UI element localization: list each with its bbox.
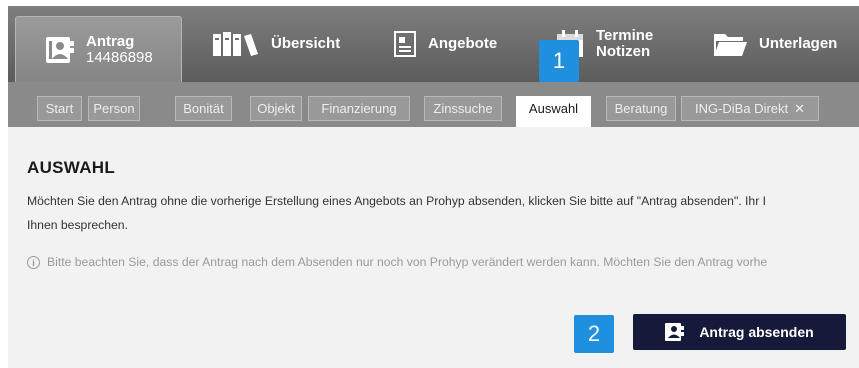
tab-antrag[interactable]: Antrag 14486898 bbox=[15, 16, 182, 82]
intro-text-line: Möchten Sie den Antrag ohne die vorherig… bbox=[27, 194, 767, 208]
close-icon[interactable]: ✕ bbox=[794, 101, 805, 116]
page-title: AUSWAHL bbox=[27, 158, 116, 177]
main-navigation: Antrag 14486898 Übersicht Angebote Termin… bbox=[8, 6, 859, 82]
tab-unterlagen[interactable]: Unterlagen bbox=[713, 6, 837, 82]
subtab-ing-diba-direkt-label: ING-DiBa Direkt bbox=[694, 101, 789, 116]
tab-termine-label: Termine bbox=[596, 27, 654, 44]
sub-navigation: Start Person Bonität Objekt Finanzierung… bbox=[8, 82, 859, 127]
tab-angebote[interactable]: Angebote bbox=[394, 6, 497, 82]
tab-uebersicht[interactable]: Übersicht bbox=[213, 6, 340, 82]
submit-application-button[interactable]: Antrag absenden bbox=[633, 314, 846, 350]
subtab-person[interactable]: Person bbox=[88, 96, 140, 121]
contact-card-icon bbox=[665, 323, 685, 341]
notice-message: Bitte beachten Sie, dass der Antrag nach… bbox=[47, 255, 768, 269]
subtab-objekt[interactable]: Objekt bbox=[250, 96, 302, 121]
tab-angebote-label: Angebote bbox=[428, 35, 498, 52]
subtab-start[interactable]: Start bbox=[37, 96, 82, 121]
subtab-bonitaet[interactable]: Bonität bbox=[175, 96, 232, 121]
tab-notizen-label: Notizen bbox=[596, 43, 651, 60]
annotation-marker-2: 2 bbox=[574, 315, 614, 353]
tab-antrag-label: Antrag bbox=[86, 32, 135, 50]
info-icon: i bbox=[27, 255, 40, 269]
subtab-finanzierung[interactable]: Finanzierung bbox=[308, 96, 410, 121]
application-frame: Antrag 14486898 Übersicht Angebote Termin… bbox=[8, 6, 859, 368]
subtab-zinssuche[interactable]: Zinssuche bbox=[424, 96, 502, 121]
contact-card-icon bbox=[46, 36, 74, 63]
submit-button-label: Antrag absenden bbox=[699, 324, 814, 340]
tab-unterlagen-label: Unterlagen bbox=[759, 35, 838, 52]
intro-text-line: Ihnen besprechen. bbox=[27, 218, 128, 232]
subtab-ing-diba-direkt[interactable]: ING-DiBa Direkt ✕ bbox=[681, 96, 819, 121]
tab-uebersicht-label: Übersicht bbox=[271, 35, 341, 52]
books-icon bbox=[213, 32, 259, 56]
annotation-marker-1: 1 bbox=[539, 40, 579, 82]
folder-icon bbox=[713, 31, 747, 57]
document-icon bbox=[394, 31, 416, 57]
intro-text: Möchten Sie den Antrag ohne die vorherig… bbox=[27, 189, 859, 237]
subtab-auswahl[interactable]: Auswahl bbox=[516, 96, 591, 127]
tab-antrag-number: 14486898 bbox=[86, 48, 153, 66]
main-content: AUSWAHL Möchten Sie den Antrag ohne die … bbox=[8, 127, 859, 368]
subtab-beratung[interactable]: Beratung bbox=[606, 96, 676, 121]
notice-text: i Bitte beachten Sie, dass der Antrag na… bbox=[27, 255, 859, 269]
